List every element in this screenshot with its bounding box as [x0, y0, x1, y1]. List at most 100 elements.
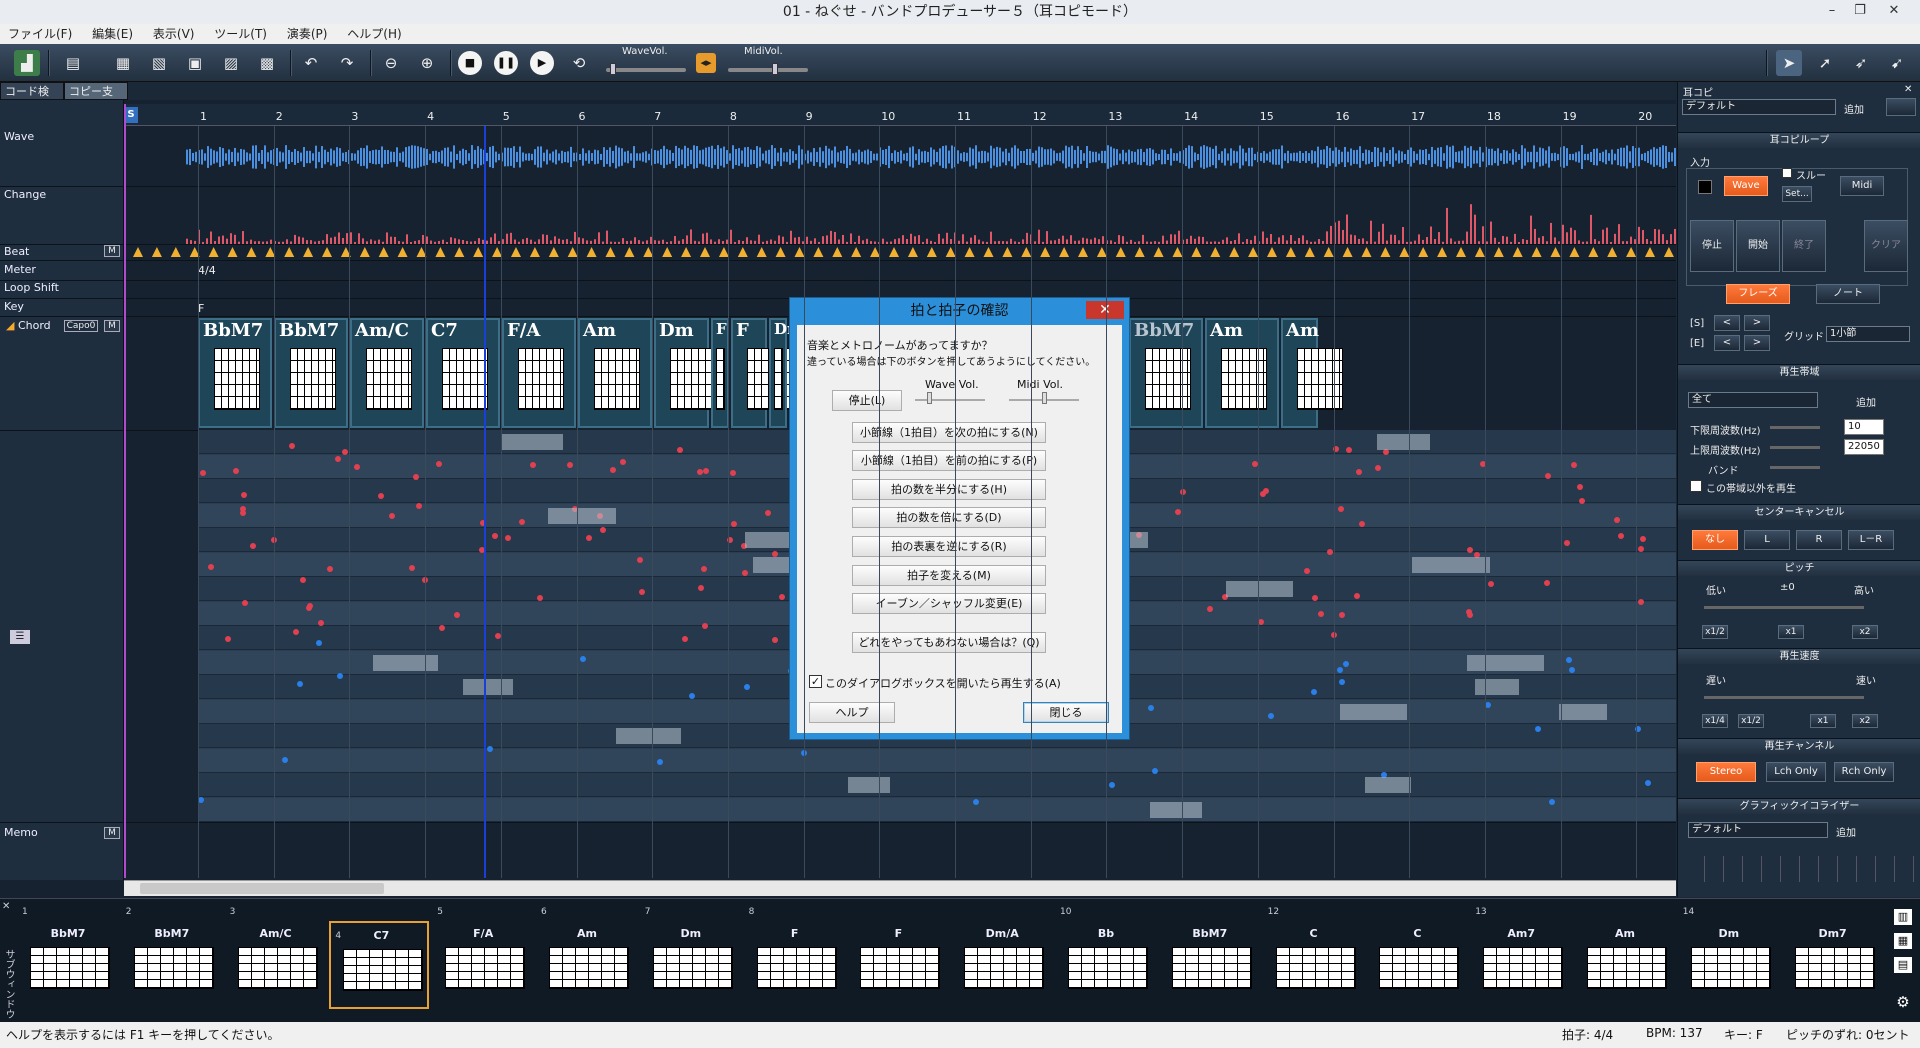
band-slider[interactable]: [1770, 466, 1820, 469]
highlight-note[interactable]: [1559, 703, 1607, 720]
lch-only-button[interactable]: Lch Only: [1766, 762, 1826, 782]
balance-icon[interactable]: ◂▸: [696, 53, 716, 73]
eq-preset-select[interactable]: デフォルト: [1688, 822, 1828, 838]
high-freq-slider[interactable]: [1770, 446, 1820, 449]
close-icon[interactable]: ✕: [1880, 0, 1908, 22]
red-note[interactable]: [240, 510, 246, 516]
capo-badge[interactable]: Capo0: [64, 320, 98, 332]
red-note[interactable]: [779, 594, 785, 600]
change-meter-button[interactable]: 拍子を変える(M): [852, 565, 1046, 586]
red-note[interactable]: [242, 600, 248, 606]
sub-chord-cell[interactable]: 3 Am/C: [226, 899, 326, 1023]
chord-cell[interactable]: F: [711, 318, 729, 428]
menu-view[interactable]: 表示(V): [145, 24, 203, 44]
red-note[interactable]: [378, 493, 384, 499]
speed-slider[interactable]: [1704, 696, 1864, 699]
preset-menu-button[interactable]: [1886, 98, 1916, 116]
red-note[interactable]: [1346, 447, 1352, 453]
red-note[interactable]: [1338, 506, 1344, 512]
center-l-button[interactable]: L: [1744, 530, 1790, 550]
red-note[interactable]: [505, 535, 511, 541]
chord-cell[interactable]: BbM7: [1129, 318, 1203, 428]
pitch-x2-button[interactable]: x2: [1852, 625, 1878, 639]
red-note[interactable]: [1318, 611, 1324, 617]
sub-chord-cell[interactable]: BbM7: [1160, 899, 1260, 1023]
loop-icon[interactable]: ⟲: [566, 50, 592, 76]
highlight-note[interactable]: [1150, 801, 1203, 818]
memo-mute-badge[interactable]: M: [104, 827, 120, 839]
e-prev-button[interactable]: <: [1714, 335, 1740, 351]
panel-close-icon[interactable]: ✕: [1904, 84, 1912, 95]
highlight-note[interactable]: [501, 434, 564, 450]
horizontal-scrollbar[interactable]: [124, 880, 1676, 896]
stereo-button[interactable]: Stereo: [1696, 762, 1756, 782]
red-note[interactable]: [1614, 517, 1620, 523]
red-note[interactable]: [293, 629, 299, 635]
play-icon[interactable]: ▶: [530, 51, 554, 75]
e-next-button[interactable]: >: [1744, 335, 1770, 351]
menu-play[interactable]: 演奏(P): [279, 24, 336, 44]
speed-x1-button[interactable]: x1: [1810, 714, 1836, 728]
sub-chord-cell[interactable]: 14 Dm: [1679, 899, 1779, 1023]
blue-note[interactable]: [1535, 726, 1541, 732]
red-note[interactable]: [454, 612, 460, 618]
tab-copy-assist[interactable]: コピー支援: [64, 82, 128, 116]
red-note[interactable]: [1359, 521, 1365, 527]
loop-start-button[interactable]: 開始: [1736, 220, 1780, 272]
not-matching-help-button[interactable]: どれをやってもあわない場合は？(Q): [852, 632, 1046, 653]
chord-cell[interactable]: F/A: [502, 318, 576, 428]
speed-x14-button[interactable]: x1/4: [1702, 714, 1728, 728]
red-note[interactable]: [1312, 595, 1318, 601]
half-beats-button[interactable]: 拍の数を半分にする(H): [852, 479, 1046, 500]
midi-vol-knob[interactable]: [772, 63, 778, 75]
save-icon[interactable]: ▣: [182, 50, 208, 76]
chord-cell[interactable]: Am/C: [350, 318, 424, 428]
loop-end-button[interactable]: 終了: [1782, 220, 1826, 272]
chart-icon[interactable]: ▟: [14, 50, 40, 76]
blue-note[interactable]: [744, 684, 750, 690]
maximize-icon[interactable]: ❐: [1846, 0, 1874, 22]
autoplay-checkbox[interactable]: ✓: [809, 675, 822, 688]
blue-note[interactable]: [689, 693, 695, 699]
undo-icon[interactable]: ↶: [298, 50, 324, 76]
red-note[interactable]: [1488, 581, 1494, 587]
sub-chord-cell[interactable]: 4 C7: [329, 921, 430, 1009]
blue-note[interactable]: [316, 640, 322, 646]
bar-next-beat-button[interactable]: 小節線（1拍目）を次の拍にする(N): [852, 422, 1046, 443]
red-note[interactable]: [335, 456, 341, 462]
low-freq-input[interactable]: 10: [1844, 419, 1884, 435]
scroll-thumb[interactable]: [140, 883, 384, 894]
sub-chord-cell[interactable]: 5 F/A: [433, 899, 533, 1023]
red-note[interactable]: [586, 535, 592, 541]
chord-cell[interactable]: BbM7: [274, 318, 348, 428]
speed-x2-button[interactable]: x2: [1852, 714, 1878, 728]
sub-chord-cell[interactable]: 2 BbM7: [122, 899, 222, 1023]
red-note[interactable]: [389, 513, 395, 519]
stop-button[interactable]: 停止(L): [832, 390, 902, 411]
sub-chord-cell[interactable]: Dm/A: [952, 899, 1052, 1023]
red-note[interactable]: [1339, 612, 1345, 618]
sub-chord-cell[interactable]: 1 BbM7: [18, 899, 118, 1023]
midi-vol-knob[interactable]: [1042, 392, 1047, 404]
blue-note[interactable]: [580, 656, 586, 662]
sub-chord-cell[interactable]: 10 Bb: [1056, 899, 1156, 1023]
export-icon[interactable]: ▧: [146, 50, 172, 76]
red-note[interactable]: [1579, 498, 1585, 504]
red-note[interactable]: [730, 470, 736, 476]
red-note[interactable]: [620, 459, 626, 465]
document-icon[interactable]: ▦: [110, 50, 136, 76]
center-none-button[interactable]: なし: [1692, 530, 1738, 550]
blue-note[interactable]: [1152, 768, 1158, 774]
highlight-note[interactable]: [463, 679, 513, 695]
sub-chord-cell[interactable]: 7 Dm: [641, 899, 741, 1023]
eq-header[interactable]: グラフィックイコライザー: [1678, 798, 1920, 814]
highlight-note[interactable]: [1226, 581, 1294, 597]
red-note[interactable]: [1638, 599, 1644, 605]
red-note[interactable]: [1354, 593, 1360, 599]
wave-vol-slider[interactable]: [606, 68, 686, 72]
low-freq-slider[interactable]: [1770, 426, 1820, 429]
bar-prev-beat-button[interactable]: 小節線（1拍目）を前の拍にする(P): [852, 450, 1046, 471]
minimize-icon[interactable]: –: [1818, 0, 1846, 22]
phrase-button[interactable]: フレーズ: [1726, 284, 1790, 304]
sub-chord-cell[interactable]: F: [848, 899, 948, 1023]
